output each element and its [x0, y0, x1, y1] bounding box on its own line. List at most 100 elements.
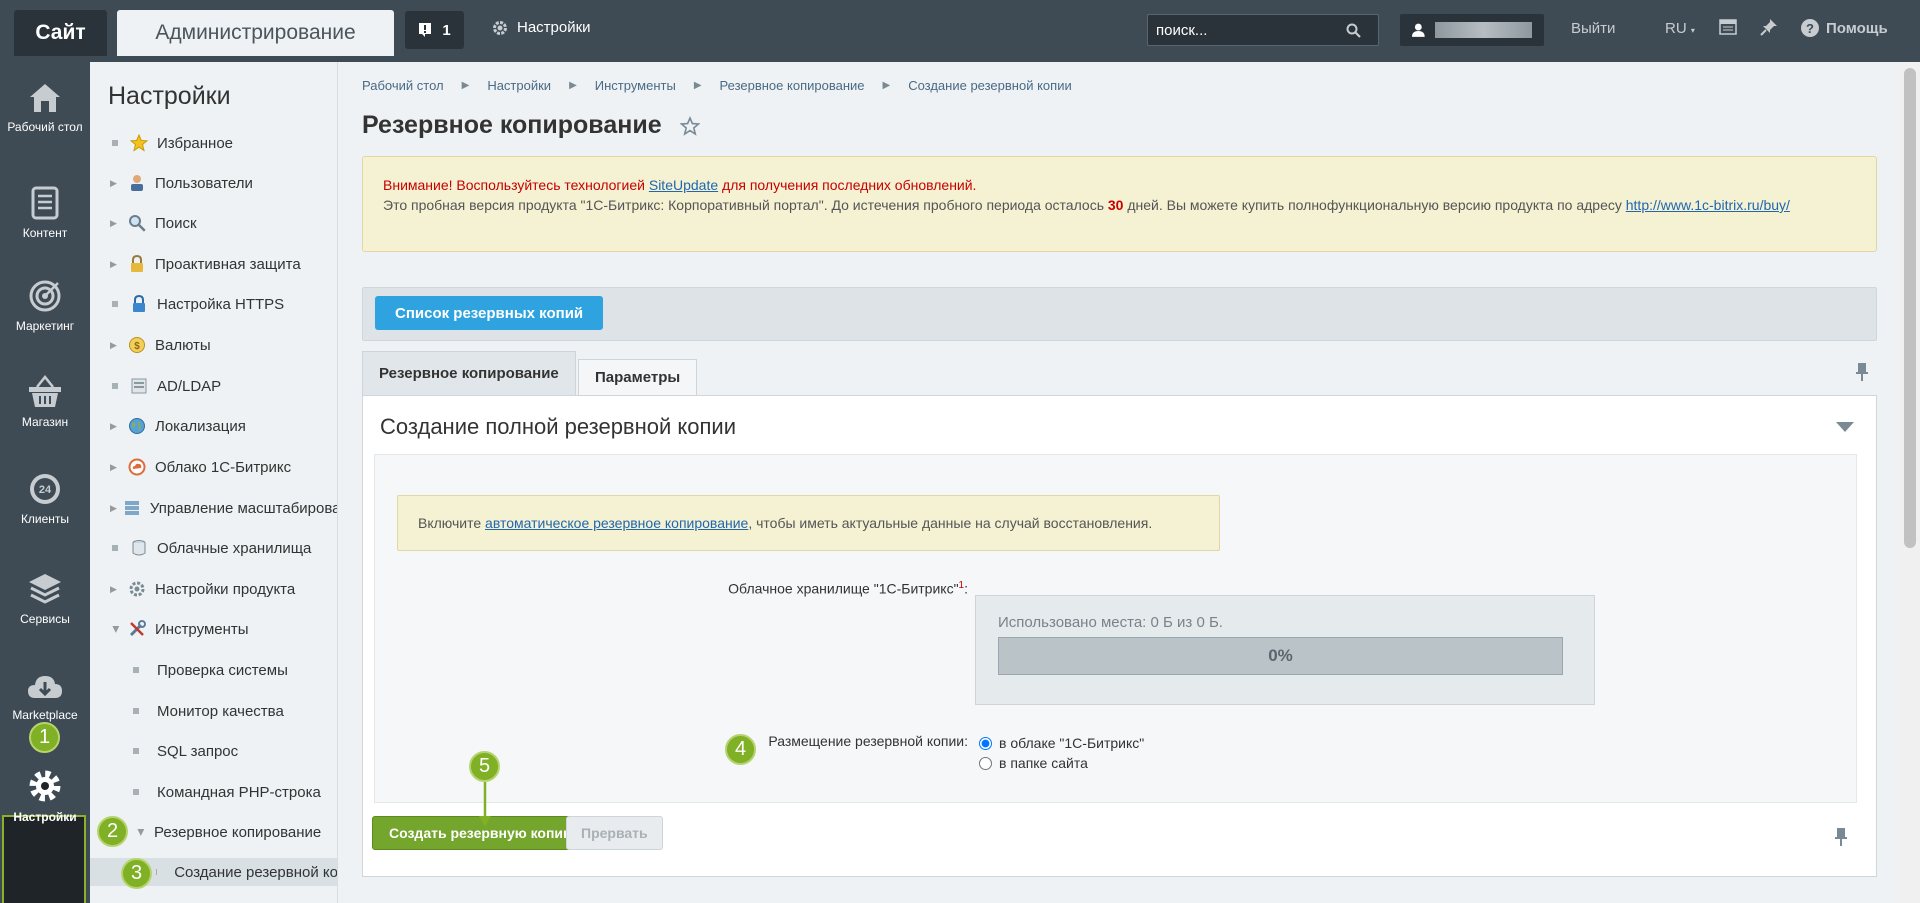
collapse-arrow-icon[interactable]: ▶: [111, 623, 122, 635]
scale-icon: [124, 501, 139, 515]
notification-icon: [419, 23, 432, 37]
step-badge-2: 2: [97, 816, 128, 847]
cloud-icon: [128, 458, 146, 476]
sidebar-item-proactive[interactable]: ▶ Проактивная защита: [90, 250, 337, 278]
star-icon: [130, 134, 148, 152]
lock-icon: [131, 255, 143, 272]
sidebar-item-sql-query[interactable]: SQL запрос: [90, 737, 337, 765]
help-icon: ?: [1801, 19, 1819, 37]
footnote-marker[interactable]: 1: [959, 580, 965, 591]
left-menu-item-content[interactable]: Контент: [0, 186, 90, 240]
language-select[interactable]: RU ▾: [1665, 20, 1695, 37]
bullet: [133, 708, 139, 714]
content-icon: [31, 186, 59, 220]
sidebar-item-ldap[interactable]: AD/LDAP: [90, 372, 337, 400]
quota-text: Использовано места: 0 Б из 0 Б.: [998, 614, 1223, 631]
page-scrollbar[interactable]: [1900, 62, 1920, 903]
siteupdate-link[interactable]: SiteUpdate: [649, 177, 718, 193]
expand-arrow-icon[interactable]: ▶: [110, 421, 122, 432]
stop-button[interactable]: Прервать: [566, 816, 663, 850]
placement-radio-cloud[interactable]: [979, 736, 992, 750]
sidebar-item-users[interactable]: ▶ Пользователи: [90, 169, 337, 197]
scrollbar-thumb[interactable]: [1904, 68, 1916, 548]
breadcrumb-separator-icon: ▶: [693, 80, 702, 91]
breadcrumb-separator-icon: ▶: [882, 80, 891, 91]
expand-arrow-icon[interactable]: ▶: [110, 340, 122, 351]
sidebar-item-php-console[interactable]: Командная PHP-строка: [90, 778, 337, 806]
sidebar-item-currencies[interactable]: ▶ $ Валюты: [90, 331, 337, 359]
breadcrumb-item[interactable]: Настройки: [487, 78, 551, 93]
calendar-icon[interactable]: [1719, 18, 1737, 36]
placement-option-folder[interactable]: в папке сайта: [979, 753, 1144, 773]
pin-icon[interactable]: [1834, 828, 1848, 846]
search-input[interactable]: [1156, 21, 1346, 39]
expand-arrow-icon[interactable]: ▶: [110, 462, 122, 473]
backup-list-button[interactable]: Список резервных копий: [375, 296, 604, 330]
gear-icon: [493, 20, 507, 35]
left-menu-item-clients[interactable]: 24 Клиенты: [0, 472, 90, 526]
sidebar-item-cloud-storage[interactable]: Облачные хранилища: [90, 534, 337, 562]
expand-arrow-icon[interactable]: ▶: [110, 259, 122, 270]
search-icon[interactable]: [1346, 23, 1361, 38]
placement-label: Размещение резервной копии:: [768, 733, 968, 749]
step-badge-5: 5: [469, 751, 500, 782]
placement-radio-folder[interactable]: [979, 756, 992, 770]
ldap-icon: [131, 378, 147, 394]
placement-option-cloud[interactable]: в облаке "1С-Битрикс": [979, 733, 1144, 753]
auto-backup-link[interactable]: автоматическое резервное копирование: [485, 515, 748, 531]
breadcrumb-item[interactable]: Резервное копирование: [720, 78, 865, 93]
pin-icon[interactable]: [1760, 18, 1778, 36]
bullet: [112, 383, 118, 389]
collapse-arrow-icon[interactable]: ▶: [136, 826, 147, 838]
left-menu-item-marketing[interactable]: Маркетинг: [0, 279, 90, 333]
top-settings-link[interactable]: Настройки: [492, 19, 591, 36]
cloud-download-icon: [28, 676, 62, 698]
home-icon: [30, 84, 60, 112]
expand-arrow-icon[interactable]: ▶: [110, 503, 117, 514]
step-badge-3: 3: [121, 858, 152, 889]
sidebar-item-product-settings[interactable]: ▶ Настройки продукта: [90, 575, 337, 603]
left-menu-item-desktop[interactable]: Рабочий стол: [0, 82, 90, 134]
sidebar-item-https[interactable]: Настройка HTTPS: [90, 290, 337, 318]
buy-link[interactable]: http://www.1c-bitrix.ru/buy/: [1626, 197, 1790, 213]
sidebar-item-bitrix-cloud[interactable]: ▶ Облако 1С-Битрикс: [90, 453, 337, 481]
sidebar-item-scaling[interactable]: ▶ Управление масштабирова: [90, 494, 337, 522]
breadcrumb-item[interactable]: Инструменты: [595, 78, 676, 93]
notifications-button[interactable]: 1: [405, 11, 464, 49]
site-tab[interactable]: Сайт: [14, 10, 107, 56]
help-link[interactable]: ? Помощь: [1801, 19, 1888, 37]
sidebar-item-system-check[interactable]: Проверка системы: [90, 656, 337, 684]
breadcrumb: Рабочий стол ▶ Настройки ▶ Инструменты ▶…: [362, 78, 1072, 93]
sidebar-item-quality-monitor[interactable]: Монитор качества: [90, 697, 337, 725]
left-menu-item-shop[interactable]: Магазин: [0, 375, 90, 429]
sidebar-item-favorites[interactable]: Избранное: [90, 129, 337, 157]
breadcrumb-item[interactable]: Создание резервной копии: [908, 78, 1072, 93]
tab-backup[interactable]: Резервное копирование: [362, 351, 576, 395]
admin-tab[interactable]: Администрирование: [117, 10, 394, 56]
favorite-star-icon[interactable]: [679, 115, 700, 136]
expand-arrow-icon[interactable]: ▶: [110, 584, 122, 595]
left-menu-item-services[interactable]: Сервисы: [0, 572, 90, 626]
gear-icon: [129, 581, 145, 597]
cloud-storage-label: Облачное хранилище "1С-Битрикс"1:: [728, 580, 968, 597]
user-menu[interactable]: [1400, 14, 1544, 46]
sidebar-item-tools[interactable]: ▶ Инструменты: [90, 615, 337, 643]
pin-icon[interactable]: [1855, 363, 1869, 381]
left-menu-item-settings[interactable]: Настройки: [0, 768, 90, 824]
left-menu-item-marketplace[interactable]: Marketplace: [0, 672, 90, 722]
globe-icon: [129, 418, 145, 434]
toolbar: Список резервных копий: [362, 287, 1877, 341]
breadcrumb-item[interactable]: Рабочий стол: [362, 78, 444, 93]
sidebar-item-localization[interactable]: ▶ Локализация: [90, 412, 337, 440]
user-name-masked: [1434, 22, 1532, 38]
collapse-icon[interactable]: [1836, 422, 1854, 432]
sidebar-item-search[interactable]: ▶ Поиск: [90, 209, 337, 237]
expand-arrow-icon[interactable]: ▶: [110, 178, 122, 189]
svg-text:$: $: [134, 341, 140, 352]
logout-link[interactable]: Выйти: [1571, 20, 1615, 37]
tab-parameters[interactable]: Параметры: [578, 359, 698, 395]
layers-icon: [29, 574, 61, 604]
quota-progress-bar: 0%: [998, 637, 1563, 675]
expand-arrow-icon[interactable]: ▶: [110, 218, 122, 229]
bullet: [133, 748, 139, 754]
